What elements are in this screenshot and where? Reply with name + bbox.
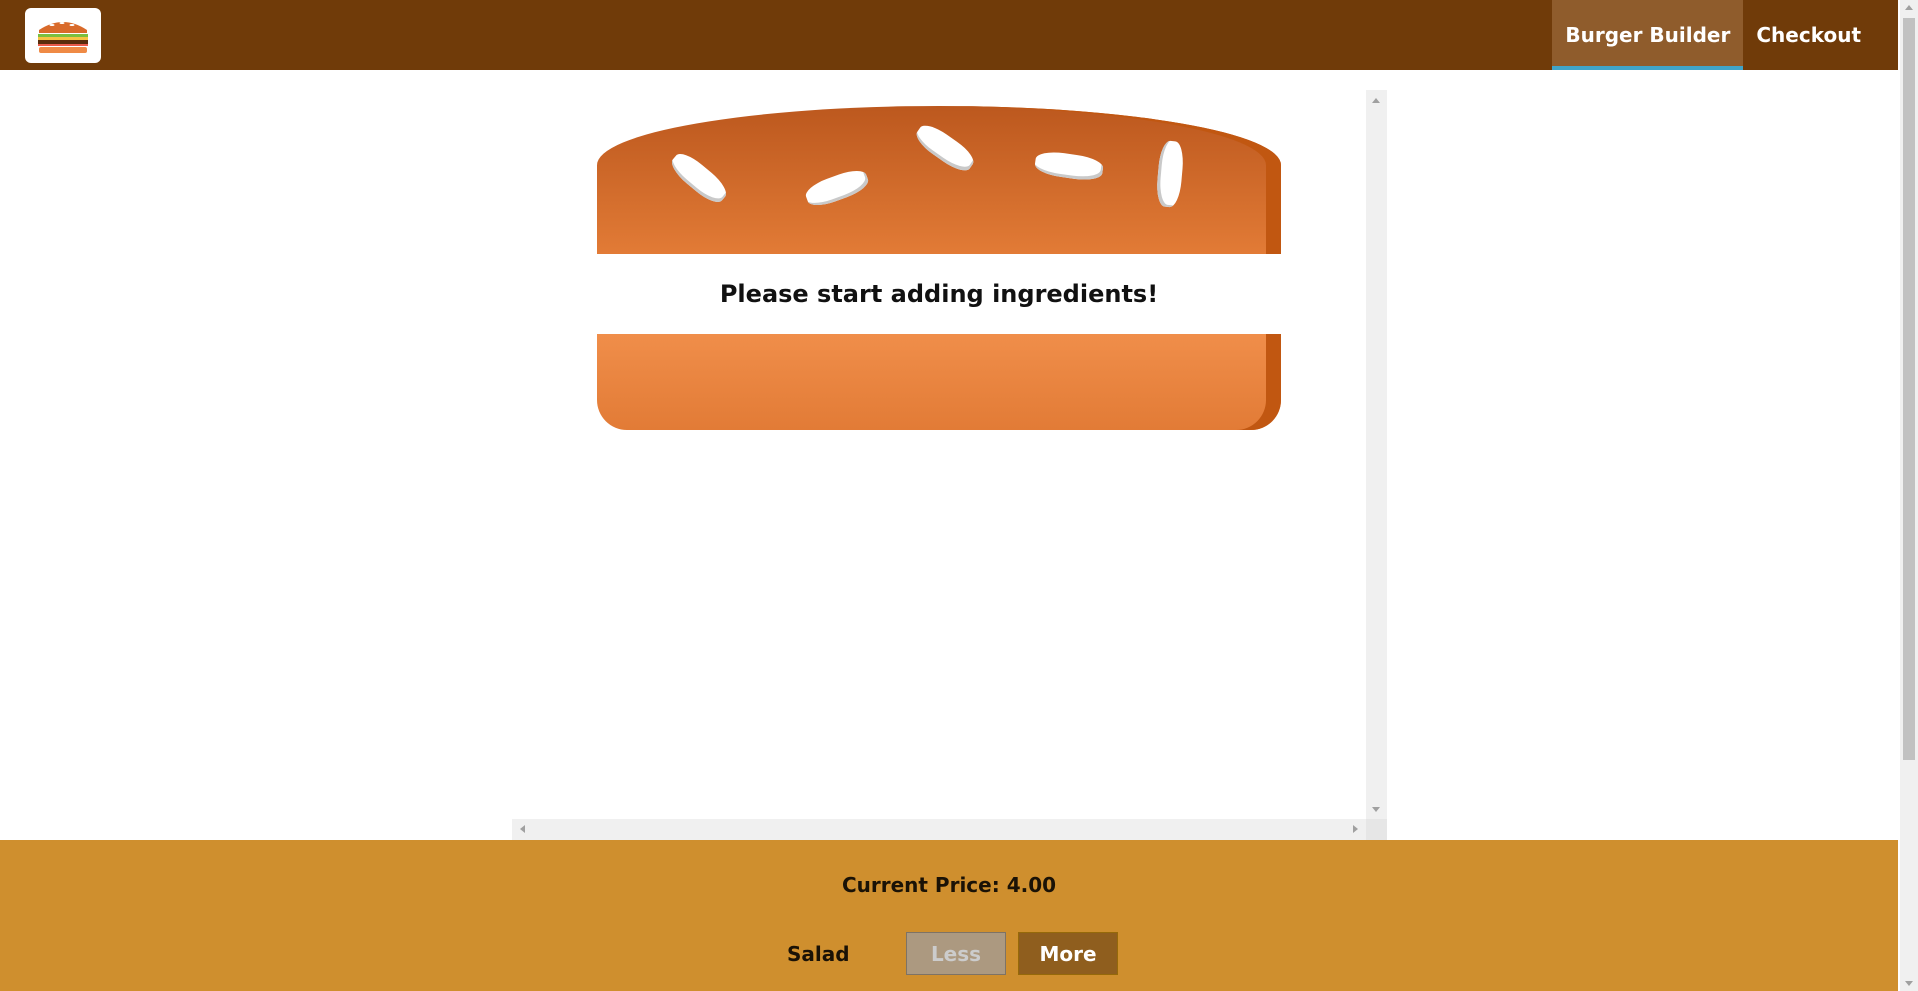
scrollbar-thumb[interactable]: [1903, 18, 1915, 760]
scroll-left-icon[interactable]: [520, 825, 525, 833]
burger-logo-icon[interactable]: [25, 8, 101, 63]
less-button[interactable]: Less: [906, 932, 1006, 975]
page-vertical-scrollbar[interactable]: [1900, 0, 1918, 991]
scrollbar-corner: [1366, 819, 1387, 840]
more-button[interactable]: More: [1018, 932, 1118, 975]
nav-checkout[interactable]: Checkout: [1743, 0, 1898, 70]
burger-vertical-scrollbar[interactable]: [1366, 90, 1387, 820]
main-navigation: Burger Builder Checkout: [1552, 0, 1898, 70]
scroll-up-icon[interactable]: [1372, 98, 1380, 103]
burger-horizontal-scrollbar[interactable]: [512, 819, 1366, 840]
current-price: Current Price: 4.00: [0, 873, 1898, 897]
nav-burger-builder[interactable]: Burger Builder: [1552, 0, 1744, 70]
price-label: Current Price:: [841, 873, 1000, 897]
bread-top: [597, 106, 1281, 254]
sesame-seed: [1155, 140, 1185, 208]
build-controls: Current Price: 4.00 Salad Less More: [0, 840, 1898, 991]
ingredient-label: Salad: [787, 941, 850, 966]
toolbar: Burger Builder Checkout: [0, 0, 1898, 70]
scroll-down-icon[interactable]: [1372, 807, 1380, 812]
build-control-salad: Salad Less More: [0, 932, 1898, 975]
sesame-seed: [911, 119, 979, 177]
sesame-seed: [666, 148, 732, 208]
sesame-seed: [1033, 149, 1105, 183]
bread-bottom: [597, 334, 1281, 430]
scroll-right-icon[interactable]: [1353, 825, 1358, 833]
scroll-up-icon[interactable]: [1905, 5, 1913, 10]
empty-burger-message: Please start adding ingredients!: [719, 280, 1159, 308]
price-value: 4.00: [1006, 873, 1057, 897]
scroll-down-icon[interactable]: [1905, 981, 1913, 986]
sesame-seed: [802, 165, 872, 211]
